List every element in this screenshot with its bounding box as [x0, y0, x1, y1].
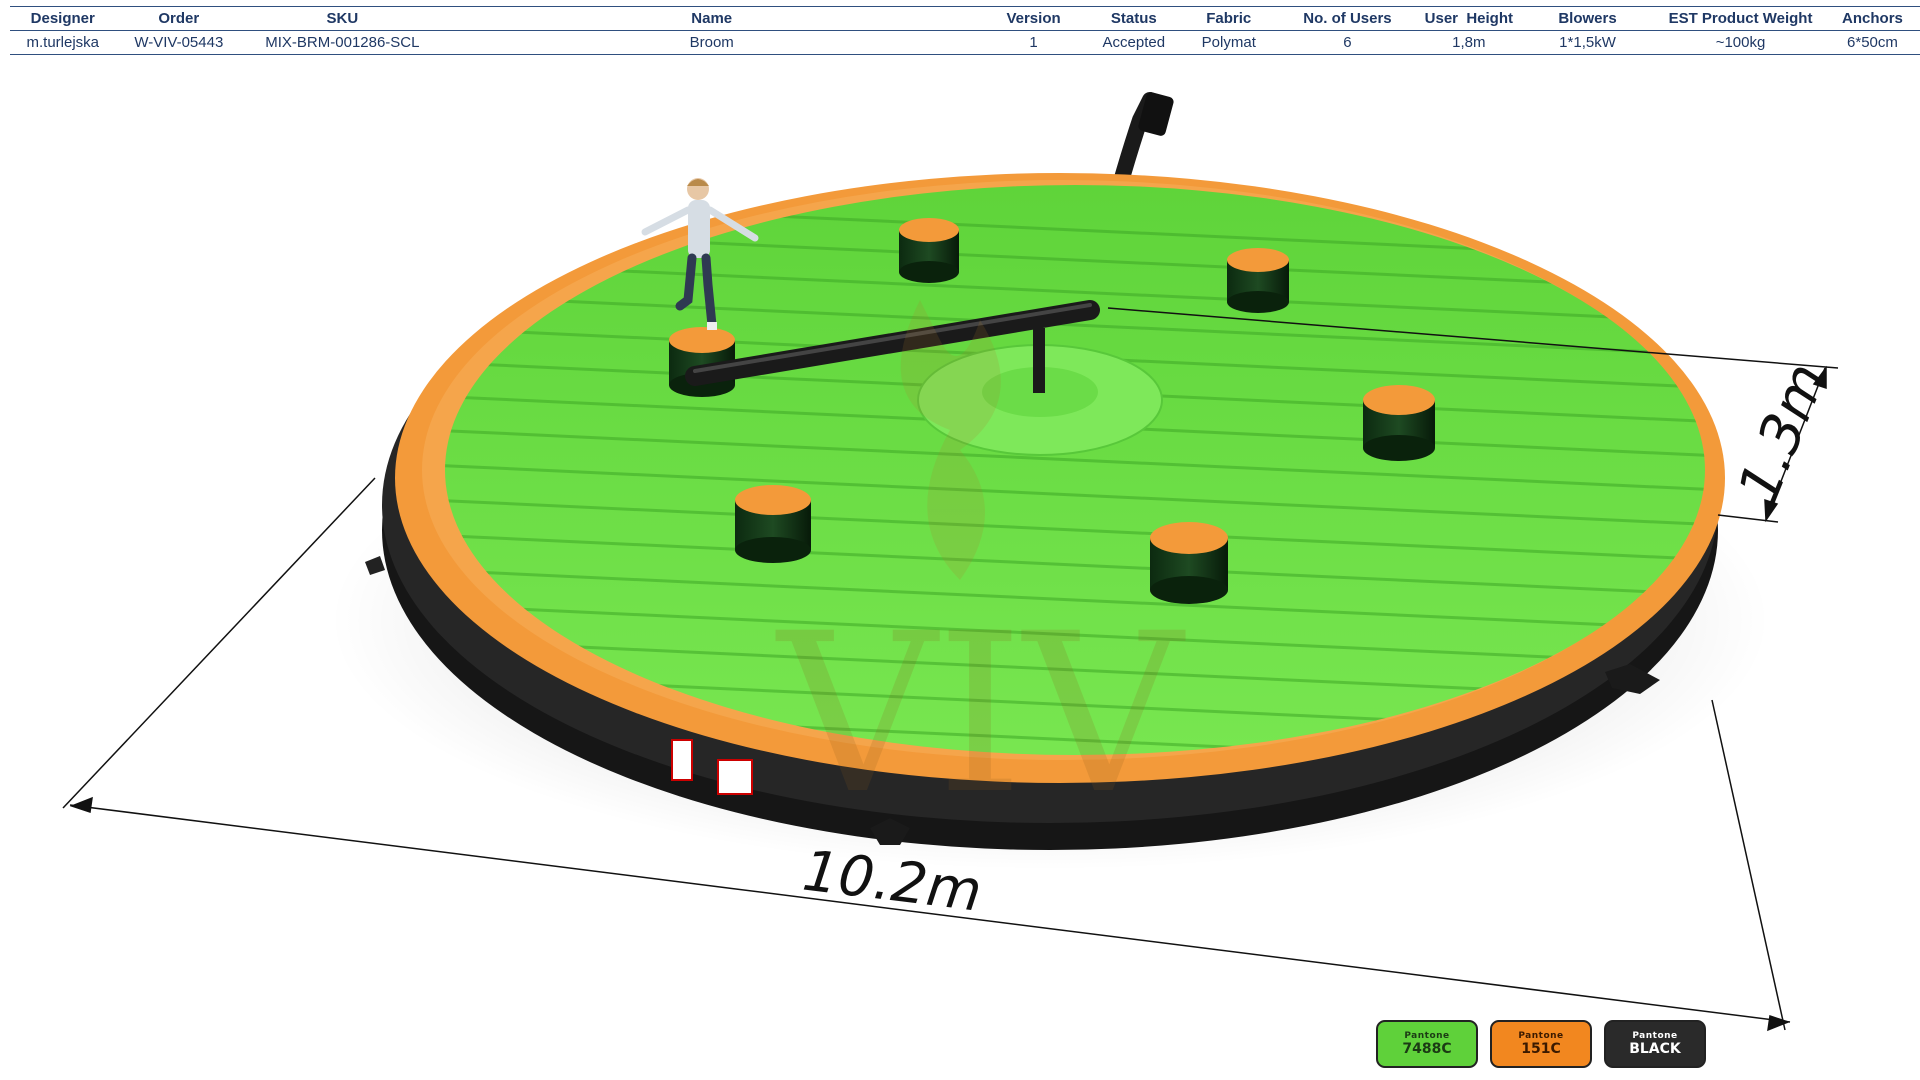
podium-post [1363, 385, 1435, 461]
height-label: 1.3m [1726, 354, 1840, 512]
pantone-label: Pantone [1404, 1031, 1450, 1041]
pantone-label: Pantone [1632, 1031, 1678, 1041]
podium-post [899, 218, 959, 283]
watermark-text: VIV [775, 586, 1187, 842]
pantone-swatch-orange: Pantone 151C [1490, 1020, 1592, 1068]
pantone-code: BLACK [1629, 1041, 1681, 1057]
pantone-swatches: Pantone 7488C Pantone 151C Pantone BLACK [1376, 1020, 1706, 1068]
safety-label [717, 759, 753, 795]
safety-label [671, 739, 693, 781]
pantone-code: 7488C [1402, 1041, 1452, 1057]
product-spec-sheet: Designer Order SKU Name Version Status F… [0, 0, 1920, 1080]
pantone-label: Pantone [1518, 1031, 1564, 1041]
pantone-swatch-black: Pantone BLACK [1604, 1020, 1706, 1068]
blower-tube [1112, 92, 1174, 193]
podium-post [735, 485, 811, 563]
podium-post [1227, 248, 1289, 313]
pantone-code: 151C [1521, 1041, 1561, 1057]
product-render: VIV 10.2m 1.3m [62, 92, 1840, 1032]
pantone-swatch-green: Pantone 7488C [1376, 1020, 1478, 1068]
